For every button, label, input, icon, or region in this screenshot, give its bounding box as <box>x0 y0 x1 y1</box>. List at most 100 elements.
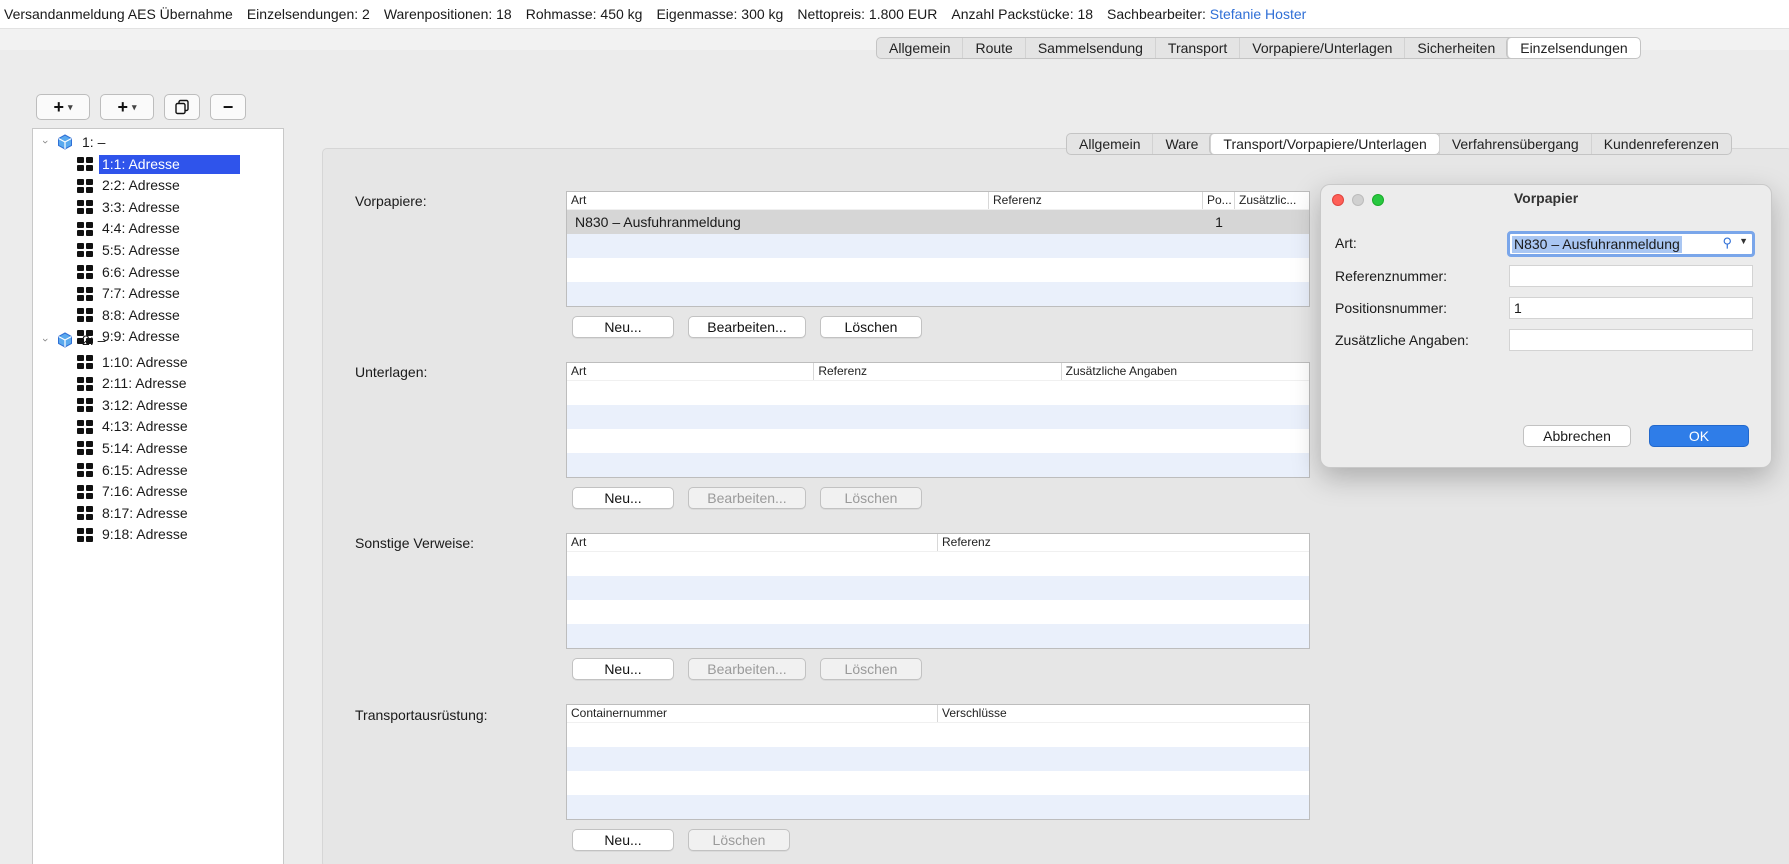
unterlagen-loeschen-button: Löschen <box>820 487 922 509</box>
table-row[interactable]: N830 – Ausfuhranmeldung 1 <box>567 210 1309 234</box>
tree-item[interactable]: 4:13: Adresse <box>77 417 191 437</box>
search-icon[interactable]: ⚲ <box>1722 235 1732 251</box>
copy-icon <box>175 99 189 115</box>
tree-item[interactable]: 2:2: Adresse <box>77 176 183 196</box>
tree-item-label: 4:4: Adresse <box>102 220 180 237</box>
column-header[interactable]: Zusätzliche Angaben <box>1062 363 1309 380</box>
tree-item[interactable]: 6:6: Adresse <box>77 262 183 282</box>
item-grid-icon <box>77 200 93 215</box>
vorpapiere-loeschen-button[interactable]: Löschen <box>820 316 922 338</box>
subtab-ware[interactable]: Ware <box>1152 134 1210 154</box>
chevron-down-icon[interactable]: ▼ <box>1739 236 1748 246</box>
column-header[interactable]: Referenz <box>814 363 1062 380</box>
vorpapiere-table[interactable]: Art Referenz Po... Zusätzlic... N830 – A… <box>566 191 1310 307</box>
add-sub-button[interactable]: + ▾ <box>100 94 154 120</box>
item-grid-icon <box>77 243 93 258</box>
tree-item[interactable]: 2:11: Adresse <box>77 374 190 394</box>
column-header[interactable]: Art <box>567 363 815 380</box>
zusatz-field[interactable] <box>1509 329 1753 351</box>
tab-einzelsendungen[interactable]: Einzelsendungen <box>1507 38 1640 58</box>
tree-item[interactable]: 8:8: Adresse <box>77 305 183 325</box>
tree-item-label: 8:17: Adresse <box>102 504 188 521</box>
tree-item[interactable]: 6:15: Adresse <box>77 460 191 480</box>
empty-row <box>567 282 1309 306</box>
tree-group-2[interactable]: › 2: – <box>39 330 108 350</box>
column-header[interactable]: Verschlüsse <box>938 705 1309 722</box>
tree-toolbar: + ▾ + ▾ − <box>36 94 246 120</box>
tree-item-label: 2:2: Adresse <box>102 177 180 194</box>
column-header[interactable]: Referenz <box>938 534 1309 551</box>
remove-button[interactable]: − <box>210 94 246 120</box>
art-label: Art: <box>1335 235 1357 251</box>
tree-group-1[interactable]: › 1: – <box>39 132 108 152</box>
column-header[interactable]: Containernummer <box>567 705 938 722</box>
tab-sammelsendung[interactable]: Sammelsendung <box>1024 38 1155 58</box>
tree-item-label: 6:15: Adresse <box>102 461 188 478</box>
empty-row <box>567 624 1309 648</box>
table-cell <box>1235 210 1309 234</box>
art-combobox[interactable]: N830 – Ausfuhranmeldung ⚲ ▼ <box>1507 231 1755 257</box>
column-header[interactable]: Zusätzlic... <box>1235 192 1309 209</box>
transport-table[interactable]: Containernummer Verschlüsse <box>566 704 1310 820</box>
unterlagen-table[interactable]: Art Referenz Zusätzliche Angaben <box>566 362 1310 478</box>
tree-item[interactable]: 7:7: Adresse <box>77 284 183 304</box>
sonstige-table[interactable]: Art Referenz <box>566 533 1310 649</box>
table-header: Art Referenz <box>567 534 1309 552</box>
subtab-verfahrensuebergang[interactable]: Verfahrensübergang <box>1438 134 1591 154</box>
unterlagen-neu-button[interactable]: Neu... <box>572 487 674 509</box>
transport-neu-button[interactable]: Neu... <box>572 829 674 851</box>
info-nettopreis: Nettopreis: 1.800 EUR <box>797 6 938 22</box>
tree-item-label: 3:12: Adresse <box>102 396 188 413</box>
column-header[interactable]: Art <box>567 192 989 209</box>
ok-button[interactable]: OK <box>1649 425 1749 447</box>
empty-row <box>567 258 1309 282</box>
empty-row <box>567 405 1309 429</box>
column-header[interactable]: Art <box>567 534 938 551</box>
tree-item[interactable]: 4:4: Adresse <box>77 219 183 239</box>
item-grid-icon <box>77 376 93 391</box>
tree-item[interactable]: 1:10: Adresse <box>77 352 191 372</box>
copy-button[interactable] <box>164 94 200 120</box>
subtab-allgemein[interactable]: Allgemein <box>1067 134 1152 154</box>
empty-row <box>567 453 1309 477</box>
table-header: Art Referenz Po... Zusätzlic... <box>567 192 1309 210</box>
column-header[interactable]: Po... <box>1203 192 1235 209</box>
tab-route[interactable]: Route <box>962 38 1024 58</box>
tree-item[interactable]: 5:5: Adresse <box>77 240 183 260</box>
position-field[interactable]: 1 <box>1509 297 1753 319</box>
info-bar: Versandanmeldung AES Übernahme Einzelsen… <box>0 0 1789 28</box>
tree-item[interactable]: 9:18: Adresse <box>77 525 191 545</box>
subtab-transport-vorpapiere-unterlagen[interactable]: Transport/Vorpapiere/Unterlagen <box>1210 134 1439 154</box>
vorpapiere-bearbeiten-button[interactable]: Bearbeiten... <box>688 316 806 338</box>
tree-item-label: 7:16: Adresse <box>102 483 188 500</box>
tree-item[interactable]: 3:12: Adresse <box>77 395 191 415</box>
tab-transport[interactable]: Transport <box>1154 38 1239 58</box>
cancel-button[interactable]: Abbrechen <box>1523 425 1631 447</box>
vorpapier-dialog: Vorpapier Art: N830 – Ausfuhranmeldung ⚲… <box>1320 184 1772 468</box>
tab-vorpapiere-unterlagen[interactable]: Vorpapiere/Unterlagen <box>1239 38 1404 58</box>
empty-row <box>567 552 1309 576</box>
tree-item[interactable]: 3:3: Adresse <box>77 197 183 217</box>
tree-item[interactable]: 8:17: Adresse <box>77 503 191 523</box>
referenz-field[interactable] <box>1509 265 1753 287</box>
item-grid-icon <box>77 221 93 236</box>
empty-row <box>567 381 1309 405</box>
tab-allgemein[interactable]: Allgemein <box>877 38 962 58</box>
tree-item-label: 1:10: Adresse <box>102 353 188 370</box>
tree-item-label: 8:8: Adresse <box>102 306 180 323</box>
chevron-down-icon[interactable]: › <box>39 334 51 346</box>
add-button[interactable]: + ▾ <box>36 94 90 120</box>
tree-item-label: 1:1: Adresse <box>99 154 240 174</box>
tree-item[interactable]: 7:16: Adresse <box>77 482 191 502</box>
sachbearbeiter-link[interactable]: Stefanie Hoster <box>1210 6 1307 22</box>
subtab-kundenreferenzen[interactable]: Kundenreferenzen <box>1590 134 1731 154</box>
tab-sicherheiten[interactable]: Sicherheiten <box>1404 38 1507 58</box>
column-header[interactable]: Referenz <box>989 192 1203 209</box>
tree-item[interactable]: 5:14: Adresse <box>77 438 191 458</box>
tree-item[interactable]: 1:1: Adresse <box>77 154 240 174</box>
chevron-down-icon[interactable]: › <box>39 136 51 148</box>
item-grid-icon <box>77 178 93 193</box>
sonstige-neu-button[interactable]: Neu... <box>572 658 674 680</box>
art-value: N830 – Ausfuhranmeldung <box>1512 236 1682 253</box>
vorpapiere-neu-button[interactable]: Neu... <box>572 316 674 338</box>
